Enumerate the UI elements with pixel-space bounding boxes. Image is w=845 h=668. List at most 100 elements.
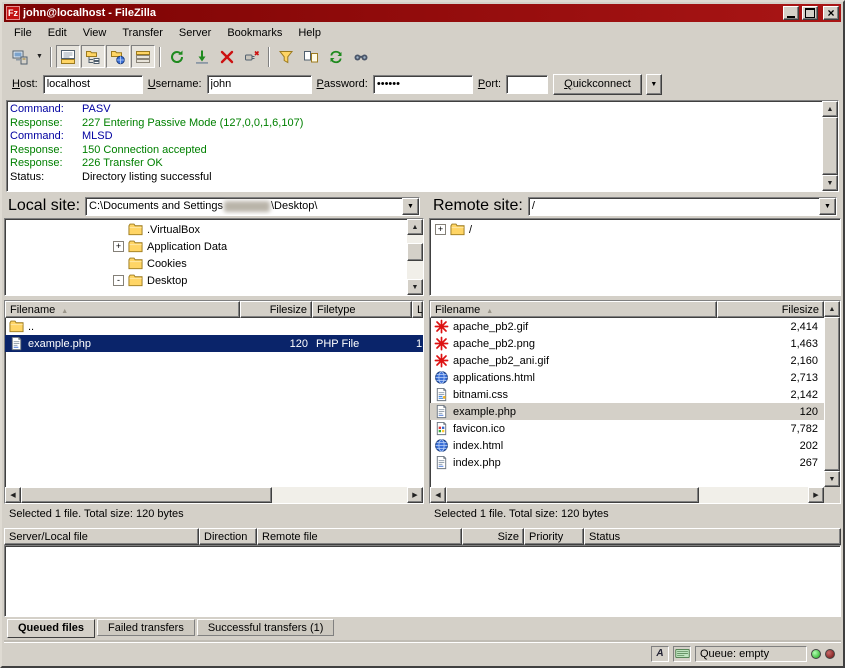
collapse-icon[interactable]: - — [113, 275, 124, 286]
scroll-track[interactable] — [21, 487, 407, 503]
minimize-button[interactable] — [783, 6, 799, 20]
tab-failed-transfers[interactable]: Failed transfers — [97, 619, 195, 636]
local-site-label: Local site: — [8, 197, 80, 215]
file-row[interactable]: index.php267 — [430, 454, 824, 471]
scroll-thumb[interactable] — [822, 117, 838, 175]
scroll-track[interactable] — [822, 117, 838, 175]
file-row[interactable]: example.php120 — [430, 403, 824, 420]
scroll-right-icon[interactable]: ▶ — [808, 487, 824, 503]
folder-icon — [450, 222, 465, 237]
expand-icon[interactable]: + — [435, 224, 446, 235]
column-header-filetype[interactable]: Filetype — [312, 301, 412, 318]
tree-item[interactable]: +/ — [430, 221, 840, 238]
column-header-server-local-file[interactable]: Server/Local file — [4, 528, 199, 545]
toggle-log-button[interactable] — [56, 45, 80, 68]
remote-list-vscrollbar[interactable]: ▲ ▼ — [824, 301, 840, 487]
local-site-combobox[interactable]: C:\Documents and Settings\Desktop\ ▼ — [85, 197, 420, 216]
file-row[interactable]: example.php120PHP File1 — [5, 335, 423, 352]
column-header-filesize[interactable]: Filesize — [717, 301, 824, 318]
apache-icon — [434, 336, 449, 351]
scroll-track[interactable] — [446, 487, 808, 503]
cancel-button[interactable] — [215, 45, 239, 68]
file-name: apache_pb2_ani.gif — [453, 355, 549, 367]
scroll-thumb[interactable] — [407, 243, 423, 261]
local-tree-scrollbar[interactable]: ▲ ▼ — [407, 219, 423, 295]
scroll-down-icon[interactable]: ▼ — [822, 175, 838, 191]
host-input[interactable] — [43, 75, 143, 94]
scroll-track[interactable] — [824, 317, 840, 471]
refresh-button[interactable] — [165, 45, 189, 68]
port-input[interactable] — [506, 75, 548, 94]
scroll-thumb[interactable] — [446, 487, 699, 503]
menu-item-help[interactable]: Help — [290, 24, 329, 42]
file-row[interactable]: favicon.ico7,782 — [430, 420, 824, 437]
column-header-direction[interactable]: Direction — [199, 528, 257, 545]
scroll-up-icon[interactable]: ▲ — [824, 301, 840, 317]
remote-list-hscrollbar[interactable]: ◀ ▶ — [430, 487, 824, 503]
remote-site-label: Remote site: — [433, 197, 523, 215]
column-header-filename[interactable]: Filename — [5, 301, 240, 318]
quickconnect-button[interactable]: Quickconnect — [553, 74, 642, 95]
menu-item-transfer[interactable]: Transfer — [114, 24, 171, 42]
menu-item-edit[interactable]: Edit — [40, 24, 75, 42]
site-manager-button[interactable] — [8, 45, 32, 68]
column-header-last-modified[interactable]: Last modified — [412, 301, 423, 318]
toggle-queue-button[interactable] — [131, 45, 155, 68]
file-row[interactable]: apache_pb2_ani.gif2,160 — [430, 352, 824, 369]
column-header-filename[interactable]: Filename — [430, 301, 717, 318]
file-row[interactable]: .. — [5, 318, 423, 335]
column-header-size[interactable]: Size — [462, 528, 524, 545]
menu-item-view[interactable]: View — [75, 24, 115, 42]
scroll-right-icon[interactable]: ▶ — [407, 487, 423, 503]
scroll-track[interactable] — [407, 235, 423, 279]
menu-item-server[interactable]: Server — [171, 24, 219, 42]
site-manager-dropdown-button[interactable]: ▼ — [33, 45, 46, 68]
scroll-up-icon[interactable]: ▲ — [407, 219, 423, 235]
transfer-queue-list[interactable] — [4, 545, 841, 617]
file-row[interactable]: apache_pb2.gif2,414 — [430, 318, 824, 335]
tab-successful-transfers[interactable]: Successful transfers (1) — [197, 619, 335, 636]
remote-site-combobox[interactable]: / ▼ — [528, 197, 837, 216]
scroll-left-icon[interactable]: ◀ — [5, 487, 21, 503]
process-queue-button[interactable] — [190, 45, 214, 68]
tree-item[interactable]: -Desktop — [5, 272, 407, 289]
toggle-remote-tree-button[interactable] — [106, 45, 130, 68]
tree-item[interactable]: Cookies — [5, 255, 407, 272]
scroll-thumb[interactable] — [824, 317, 840, 471]
local-list-hscrollbar[interactable]: ◀ ▶ — [5, 487, 423, 503]
password-input[interactable] — [373, 75, 473, 94]
scroll-thumb[interactable] — [21, 487, 272, 503]
quickconnect-dropdown-button[interactable]: ▼ — [646, 74, 662, 95]
scroll-up-icon[interactable]: ▲ — [822, 101, 838, 117]
tree-item[interactable]: +Application Data — [5, 238, 407, 255]
file-row[interactable]: applications.html2,713 — [430, 369, 824, 386]
column-header-priority[interactable]: Priority — [524, 528, 584, 545]
local-site-dropdown-button[interactable]: ▼ — [402, 198, 419, 215]
maximize-button[interactable] — [802, 6, 818, 20]
remote-site-dropdown-button[interactable]: ▼ — [819, 198, 836, 215]
toggle-local-tree-button[interactable] — [81, 45, 105, 68]
scroll-down-icon[interactable]: ▼ — [824, 471, 840, 487]
scroll-left-icon[interactable]: ◀ — [430, 487, 446, 503]
find-files-button[interactable] — [349, 45, 373, 68]
file-row[interactable]: bitnami.css2,142 — [430, 386, 824, 403]
scroll-down-icon[interactable]: ▼ — [407, 279, 423, 295]
folder-icon — [128, 256, 143, 271]
log-scrollbar[interactable]: ▲ ▼ — [822, 101, 838, 191]
tree-item[interactable]: .VirtualBox — [5, 221, 407, 238]
synchronized-browsing-button[interactable] — [324, 45, 348, 68]
file-row[interactable]: apache_pb2.png1,463 — [430, 335, 824, 352]
column-header-status[interactable]: Status — [584, 528, 841, 545]
column-header-remote-file[interactable]: Remote file — [257, 528, 462, 545]
directory-comparison-button[interactable] — [299, 45, 323, 68]
menu-item-bookmarks[interactable]: Bookmarks — [219, 24, 290, 42]
menu-item-file[interactable]: File — [6, 24, 40, 42]
column-header-filesize[interactable]: Filesize — [240, 301, 312, 318]
file-row[interactable]: index.html202 — [430, 437, 824, 454]
filter-button[interactable] — [274, 45, 298, 68]
expand-icon[interactable]: + — [113, 241, 124, 252]
disconnect-button[interactable] — [240, 45, 264, 68]
close-button[interactable] — [823, 6, 839, 20]
username-input[interactable] — [207, 75, 312, 94]
tab-queued-files[interactable]: Queued files — [7, 619, 95, 638]
